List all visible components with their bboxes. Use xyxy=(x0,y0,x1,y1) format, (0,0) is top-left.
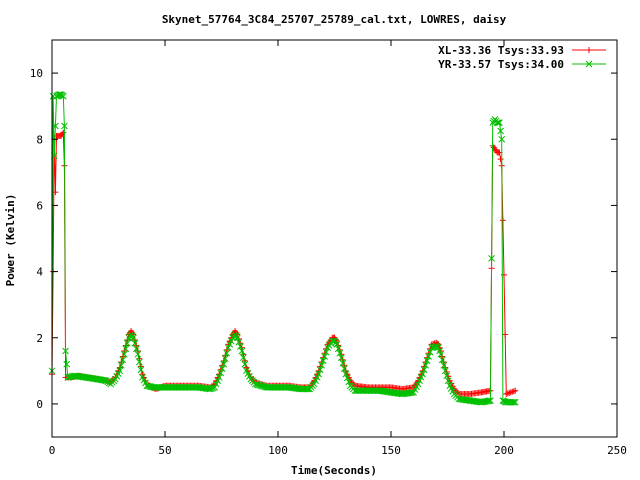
data-point xyxy=(494,119,502,127)
plot-frame xyxy=(51,39,618,438)
y-tick-label: 10 xyxy=(30,67,43,80)
data-point xyxy=(586,47,592,53)
x-tick-label: 150 xyxy=(381,444,401,457)
y-tick-label: 8 xyxy=(36,133,43,146)
x-tick-label: 250 xyxy=(607,444,627,457)
x-tick-label: 200 xyxy=(494,444,514,457)
y-tick-label: 0 xyxy=(36,398,43,411)
series-markers-2 xyxy=(48,91,519,406)
series-line-1 xyxy=(51,131,516,395)
data-point xyxy=(497,156,504,163)
y-tick-label: 4 xyxy=(36,266,43,279)
x-tick-label: 100 xyxy=(268,444,288,457)
series-markers-1 xyxy=(49,129,519,397)
data-point xyxy=(52,189,59,196)
chart: Skynet_57764_3C84_25707_25789_cal.txt, L… xyxy=(4,13,627,477)
series-layer xyxy=(48,91,519,406)
y-tick-label: 6 xyxy=(36,199,43,212)
data-point xyxy=(499,217,506,224)
legend-label: YR-33.57 Tsys:34.00 xyxy=(438,58,564,71)
legend: XL-33.36 Tsys:33.93YR-33.57 Tsys:34.00 xyxy=(438,44,606,71)
x-tick-label: 50 xyxy=(158,444,171,457)
x-tick-label: 0 xyxy=(49,444,56,457)
y-tick-label: 2 xyxy=(36,332,43,345)
axes-layer: 0 50 100 150 200 250 0 2 4 6 8 10 xyxy=(30,40,627,457)
y-axis-label: Power (Kelvin) xyxy=(4,194,17,287)
legend-label: XL-33.36 Tsys:33.93 xyxy=(438,44,564,57)
x-axis-label: Time(Seconds) xyxy=(291,464,377,477)
chart-title: Skynet_57764_3C84_25707_25789_cal.txt, L… xyxy=(162,13,507,26)
